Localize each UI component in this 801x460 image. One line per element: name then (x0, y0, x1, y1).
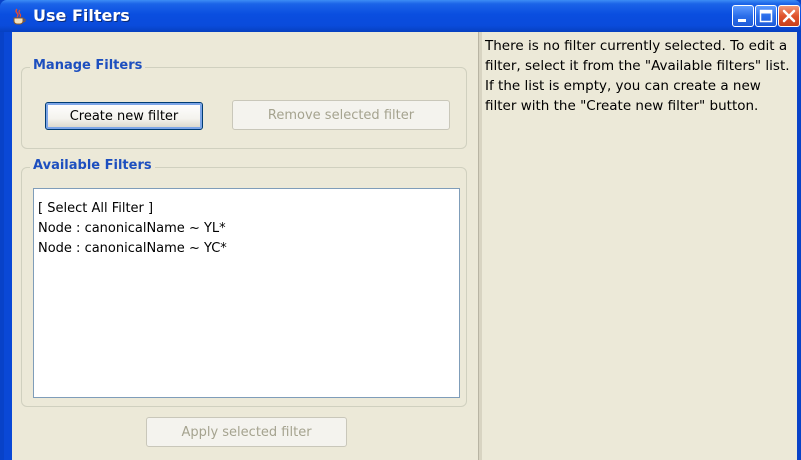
window-client-area: Manage Filters Create new filter Remove … (12, 32, 797, 460)
window-title: Use Filters (33, 6, 130, 25)
filter-management-pane: Manage Filters Create new filter Remove … (12, 32, 478, 460)
list-item-filter-yl[interactable]: Node : canonicalName ~ YL* (34, 219, 459, 239)
close-icon (782, 9, 796, 23)
available-filters-group: Available Filters [ Select All Filter ] … (21, 158, 467, 407)
manage-filters-group: Manage Filters Create new filter Remove … (21, 58, 467, 149)
minimize-icon (738, 19, 746, 22)
create-new-filter-button[interactable]: Create new filter (45, 102, 203, 130)
manage-filters-title: Manage Filters (30, 58, 146, 73)
list-item-filter-yc[interactable]: Node : canonicalName ~ YC* (34, 239, 459, 259)
available-filters-title: Available Filters (30, 158, 155, 173)
maximize-icon (759, 9, 773, 23)
use-filters-window: Use Filters Manage Filters Create new fi… (0, 0, 801, 460)
remove-selected-filter-button[interactable]: Remove selected filter (232, 100, 450, 130)
list-item-select-all-filter[interactable]: [ Select All Filter ] (34, 199, 459, 219)
available-filters-list[interactable]: [ Select All Filter ] Node : canonicalNa… (33, 188, 460, 398)
title-bar[interactable]: Use Filters (0, 0, 801, 32)
apply-selected-filter-button[interactable]: Apply selected filter (146, 417, 347, 447)
java-coffee-cup-icon[interactable] (10, 7, 28, 25)
filter-description-text: There is no filter currently selected. T… (485, 38, 790, 114)
minimize-button[interactable] (732, 5, 754, 27)
close-button[interactable] (778, 5, 800, 27)
filter-description-pane: There is no filter currently selected. T… (482, 32, 797, 460)
maximize-button[interactable] (755, 5, 777, 27)
